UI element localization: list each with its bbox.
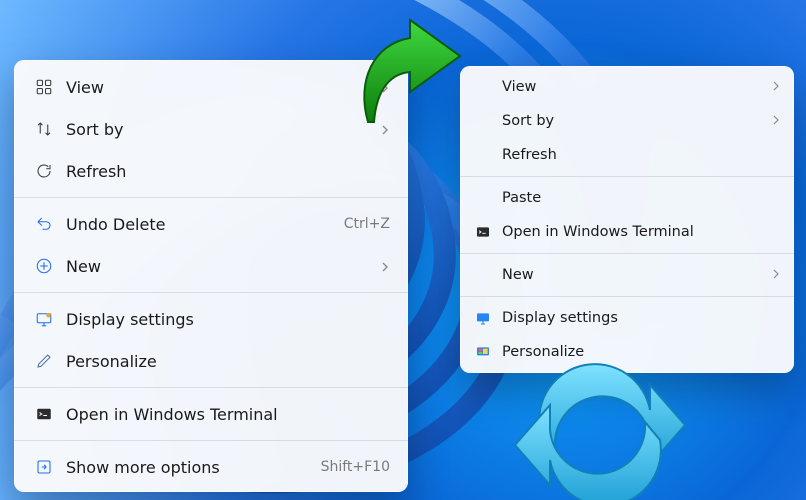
monitor-icon: [472, 310, 494, 326]
sort-icon: [30, 120, 58, 138]
menu-separator: [14, 387, 408, 388]
menu-separator: [14, 292, 408, 293]
menu-item-open-terminal[interactable]: Open in Windows Terminal: [460, 215, 794, 249]
menu-item-label: Display settings: [502, 310, 780, 326]
menu-item-personalize[interactable]: Personalize: [14, 340, 408, 382]
menu-item-label: Undo Delete: [66, 215, 332, 234]
grid-icon: [30, 78, 58, 96]
menu-item-label: Open in Windows Terminal: [502, 224, 780, 240]
context-menu-classic: View Sort by Refresh Paste Open in Windo…: [460, 66, 794, 373]
menu-item-accelerator: Ctrl+Z: [344, 216, 390, 232]
menu-item-label: New: [66, 257, 368, 276]
menu-item-label: Sort by: [66, 120, 368, 139]
terminal-icon: [30, 405, 58, 423]
plus-circle-icon: [30, 257, 58, 275]
display-settings-icon: [30, 310, 58, 328]
menu-item-label: Display settings: [66, 310, 390, 329]
menu-item-label: New: [502, 267, 760, 283]
expand-icon: [30, 458, 58, 476]
menu-item-sort-by[interactable]: Sort by: [14, 108, 408, 150]
menu-item-sort-by[interactable]: Sort by: [460, 104, 794, 138]
menu-item-label: View: [66, 78, 368, 97]
chevron-right-icon: [380, 120, 390, 139]
menu-item-view[interactable]: View: [14, 66, 408, 108]
menu-item-refresh[interactable]: Refresh: [14, 150, 408, 192]
menu-item-show-more-options[interactable]: Show more options Shift+F10: [14, 446, 408, 488]
menu-item-personalize[interactable]: Personalize: [460, 335, 794, 369]
chevron-right-icon: [772, 113, 780, 129]
menu-separator: [460, 176, 794, 177]
chevron-right-icon: [772, 79, 780, 95]
menu-item-accelerator: Shift+F10: [321, 459, 390, 475]
menu-item-paste[interactable]: Paste: [460, 181, 794, 215]
context-menu-win11: View Sort by Refresh Undo Delete Ctrl+Z …: [14, 60, 408, 492]
refresh-icon: [30, 162, 58, 180]
chevron-right-icon: [380, 257, 390, 276]
menu-item-display-settings[interactable]: Display settings: [460, 301, 794, 335]
menu-item-label: Personalize: [502, 344, 780, 360]
menu-item-label: Personalize: [66, 352, 390, 371]
menu-item-label: Open in Windows Terminal: [66, 405, 390, 424]
menu-item-label: Refresh: [502, 147, 780, 163]
pencil-icon: [30, 352, 58, 370]
menu-item-new[interactable]: New: [460, 258, 794, 292]
menu-item-label: Sort by: [502, 113, 760, 129]
menu-separator: [460, 253, 794, 254]
menu-item-undo-delete[interactable]: Undo Delete Ctrl+Z: [14, 203, 408, 245]
menu-item-display-settings[interactable]: Display settings: [14, 298, 408, 340]
menu-item-refresh[interactable]: Refresh: [460, 138, 794, 172]
menu-item-label: Refresh: [66, 162, 390, 181]
menu-item-label: View: [502, 79, 760, 95]
menu-item-label: Show more options: [66, 458, 309, 477]
menu-item-new[interactable]: New: [14, 245, 408, 287]
chevron-right-icon: [380, 78, 390, 97]
menu-item-label: Paste: [502, 190, 780, 206]
menu-separator: [460, 296, 794, 297]
undo-icon: [30, 215, 58, 233]
chevron-right-icon: [772, 267, 780, 283]
menu-item-open-terminal[interactable]: Open in Windows Terminal: [14, 393, 408, 435]
menu-separator: [14, 440, 408, 441]
menu-item-view[interactable]: View: [460, 70, 794, 104]
menu-separator: [14, 197, 408, 198]
terminal-icon: [472, 224, 494, 240]
personalize-icon: [472, 344, 494, 360]
